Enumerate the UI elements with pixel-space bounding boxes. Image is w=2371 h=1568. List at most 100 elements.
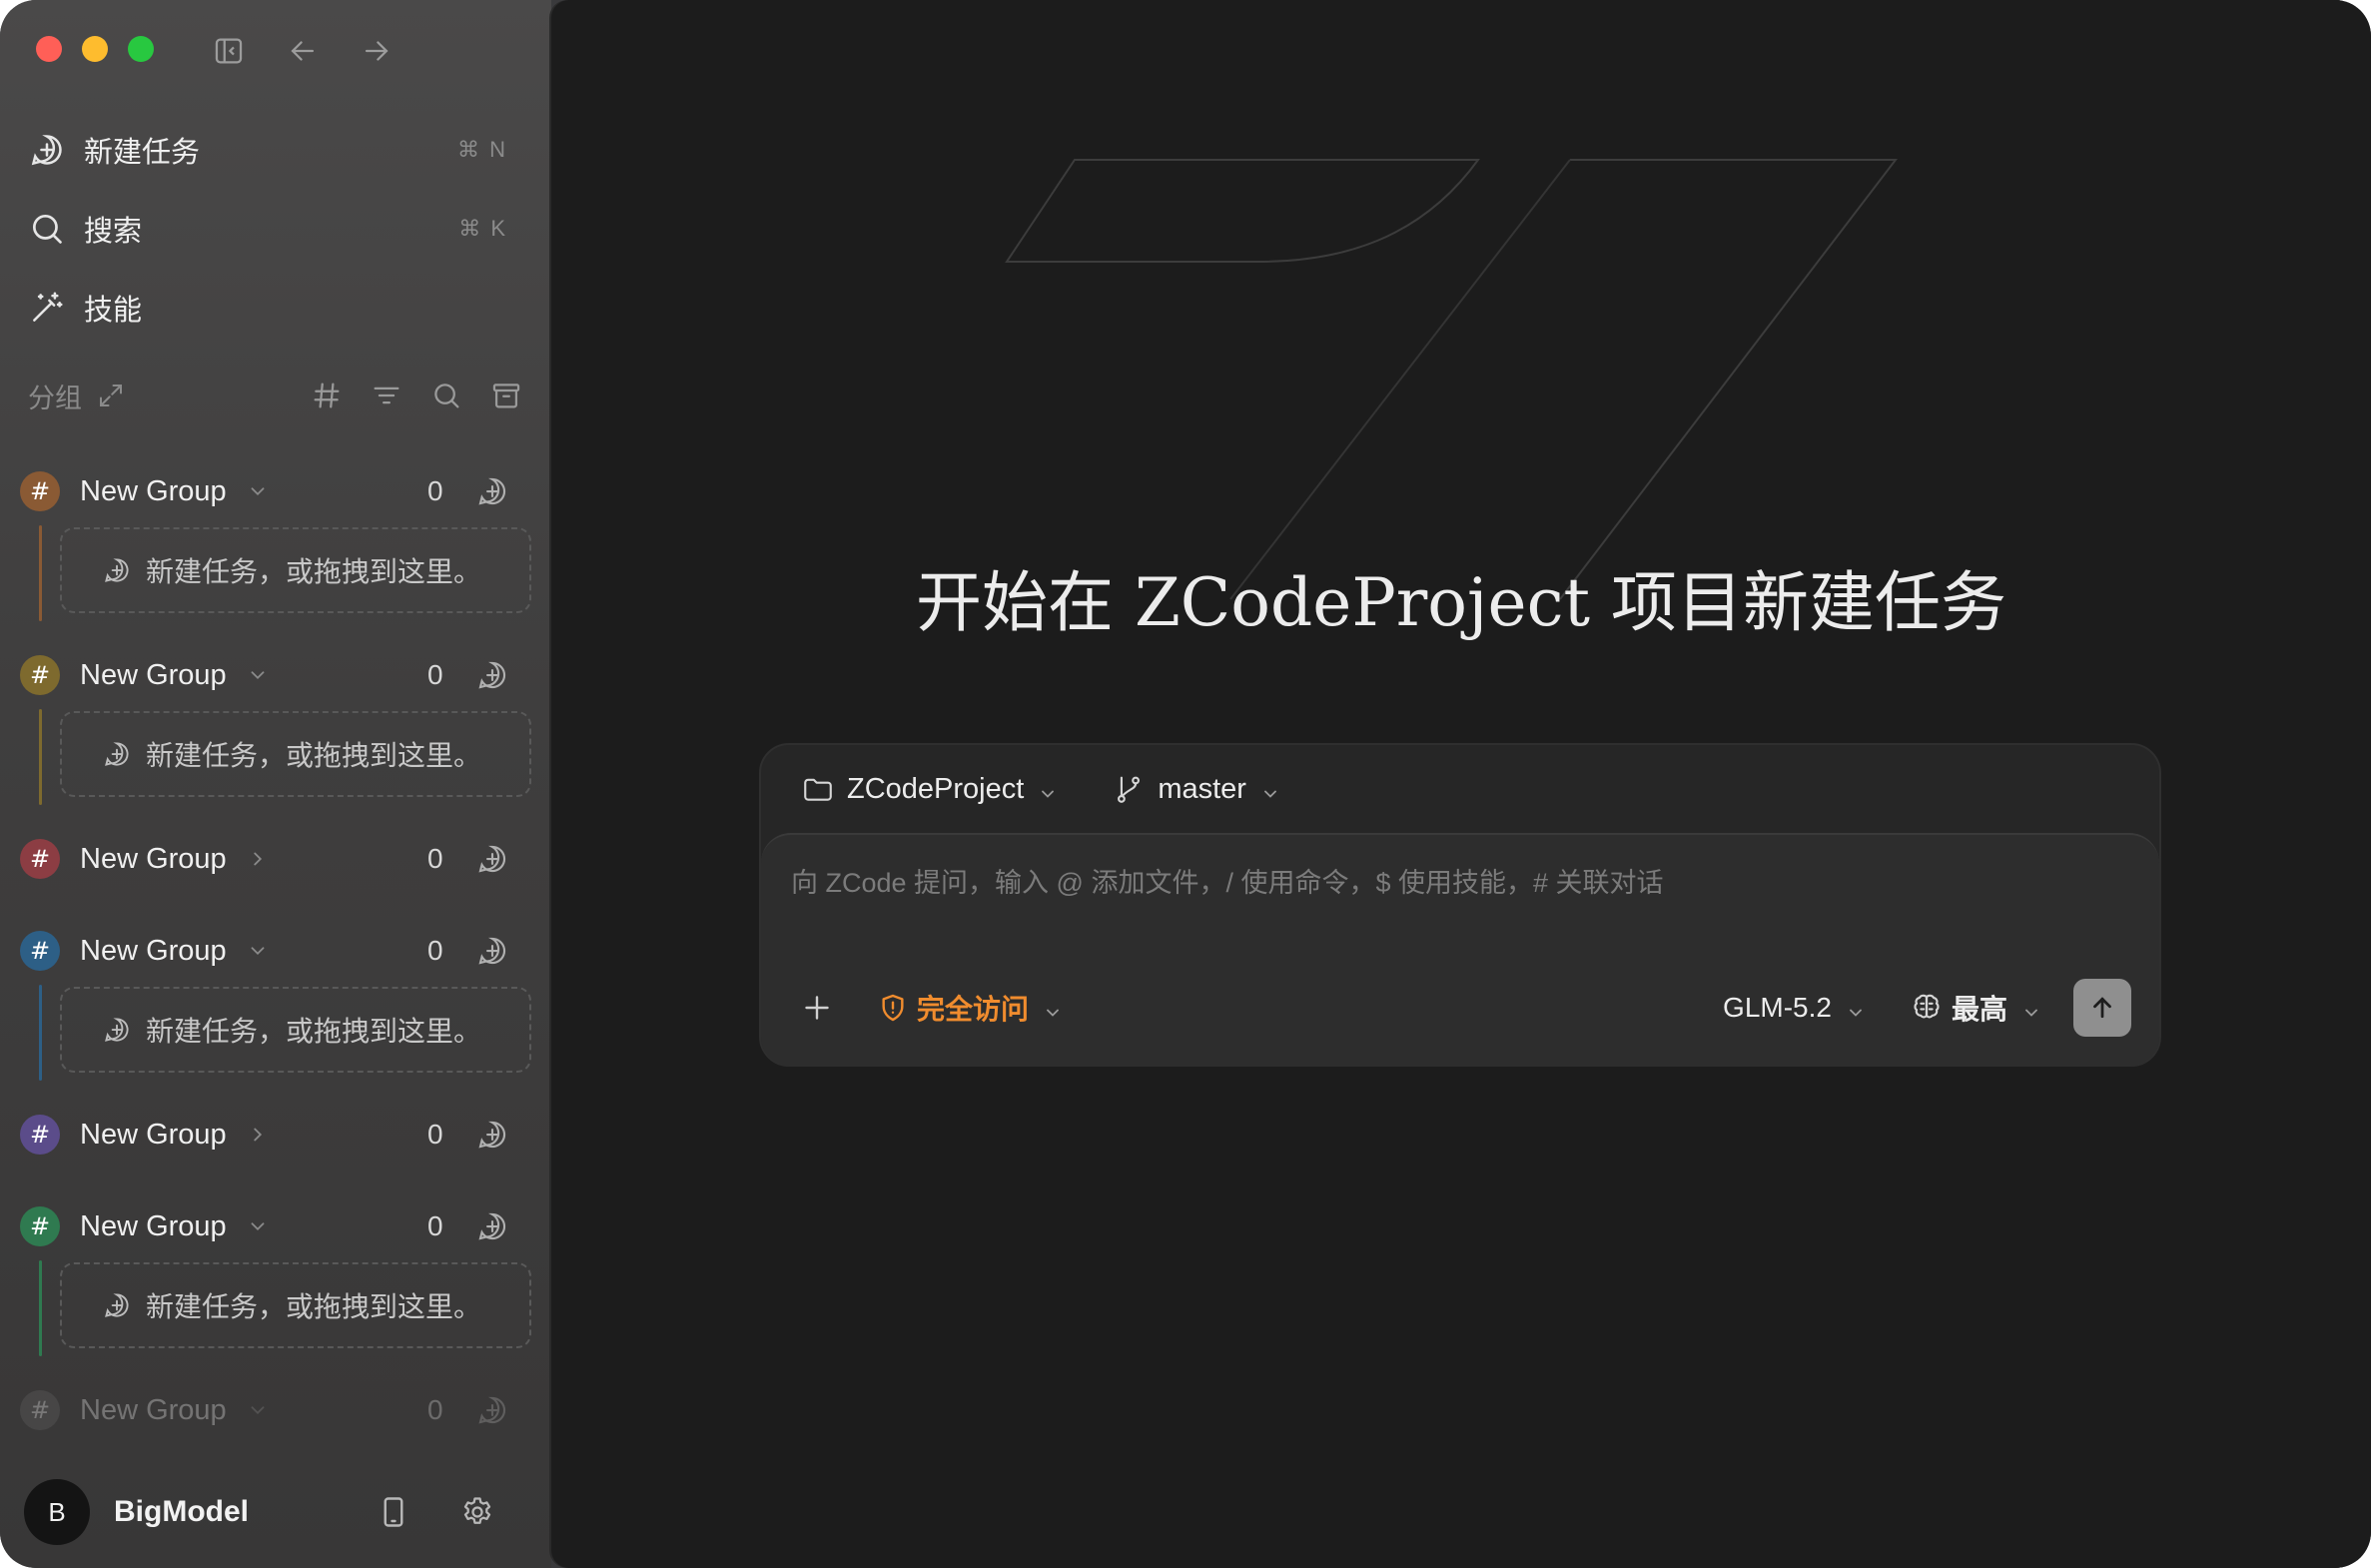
chevron-down-icon (2021, 998, 2041, 1018)
group-count: 0 (427, 1119, 443, 1150)
group-header[interactable]: # New Group 0 (20, 645, 531, 705)
nav-search[interactable]: 搜索 ⌘ K (24, 198, 523, 260)
add-task-icon[interactable] (475, 842, 509, 876)
task-composer: ZCodeProject master 向 ZCode 提问，输入 @ 添加文件… (759, 743, 2161, 1067)
add-task-icon[interactable] (475, 1209, 509, 1243)
close-window-button[interactable] (36, 36, 62, 62)
group: # New Group 0 新建任务，或拖拽到这里。 (20, 1196, 531, 1376)
branch-selector[interactable]: master (1112, 772, 1280, 806)
group-body: 新建任务，或拖拽到这里。 (20, 705, 531, 825)
group-hash-badge: # (20, 1390, 60, 1430)
attach-plus-icon[interactable] (799, 990, 835, 1026)
new-task-icon (102, 1015, 132, 1045)
effort-label: 最高 (1951, 994, 2007, 1025)
group-count: 0 (427, 1210, 443, 1241)
nav-skills-label: 技能 (84, 295, 143, 327)
group-name: New Group (80, 842, 227, 875)
dropzone-label: 新建任务，或拖拽到这里。 (146, 556, 482, 587)
archive-icon[interactable] (489, 379, 523, 412)
zoom-window-button[interactable] (128, 36, 154, 62)
group: # New Group 0 (20, 1380, 531, 1440)
minimize-window-button[interactable] (82, 36, 108, 62)
user-name[interactable]: BigModel (114, 1495, 249, 1529)
group-name: New Group (80, 1209, 227, 1242)
task-dropzone[interactable]: 新建任务，或拖拽到这里。 (60, 1262, 531, 1348)
send-button[interactable] (2073, 979, 2131, 1037)
group-count: 0 (427, 843, 443, 874)
project-selector[interactable]: ZCodeProject (801, 772, 1058, 806)
chevron-down-icon[interactable] (247, 664, 269, 686)
model-name: GLM-5.2 (1723, 992, 1832, 1023)
chevron-down-icon[interactable] (247, 480, 269, 502)
user-profile: B BigModel (24, 1478, 523, 1546)
group-accent-line (39, 1260, 42, 1356)
chevron-down-icon (1846, 998, 1866, 1018)
group-hash-badge: # (20, 655, 60, 695)
add-task-icon[interactable] (475, 474, 509, 508)
group-header[interactable]: # New Group 0 (20, 1105, 531, 1165)
chevron-down-icon[interactable] (247, 1399, 269, 1421)
group-name: New Group (80, 934, 227, 967)
prompt-input[interactable] (789, 857, 2131, 909)
group-count: 0 (427, 659, 443, 690)
group-header[interactable]: # New Group 0 (20, 1380, 531, 1440)
access-mode-label: 完全访问 (917, 994, 1030, 1025)
forward-arrow-icon[interactable] (360, 34, 394, 68)
reasoning-effort-selector[interactable]: 最高 (1910, 988, 2041, 1028)
branch-name: master (1158, 772, 1246, 805)
task-dropzone[interactable]: 新建任务，或拖拽到这里。 (60, 711, 531, 797)
nav-skills[interactable]: 技能 (24, 277, 523, 339)
nav-new-task-label: 新建任务 (84, 137, 201, 169)
group-header[interactable]: # New Group 0 (20, 921, 531, 981)
magic-wand-icon (28, 289, 66, 327)
arrow-up-icon (2093, 997, 2111, 1019)
group-name: New Group (80, 658, 227, 691)
task-dropzone[interactable]: 新建任务，或拖拽到这里。 (60, 527, 531, 613)
add-task-icon[interactable] (475, 1393, 509, 1427)
access-mode-selector[interactable]: 完全访问 (877, 988, 1063, 1028)
shield-warning-icon (877, 992, 909, 1024)
back-arrow-icon[interactable] (286, 34, 320, 68)
group-header[interactable]: # New Group 0 (20, 829, 531, 889)
task-dropzone[interactable]: 新建任务，或拖拽到这里。 (60, 987, 531, 1073)
group-name: New Group (80, 1393, 227, 1426)
app-window: 新建任务 ⌘ N 搜索 ⌘ K 技能 分组 # New Group 0 新建任务… (0, 0, 2371, 1568)
group-search-icon[interactable] (429, 379, 463, 412)
chevron-down-icon[interactable] (247, 940, 269, 962)
group-name: New Group (80, 1118, 227, 1151)
chevron-right-icon[interactable] (247, 1124, 269, 1146)
new-task-icon (102, 555, 132, 585)
add-task-icon[interactable] (475, 1118, 509, 1152)
add-task-icon[interactable] (475, 658, 509, 692)
groups-toolbar: 分组 (28, 374, 523, 417)
chevron-down-icon[interactable] (247, 1215, 269, 1237)
nav-new-task[interactable]: 新建任务 ⌘ N (24, 119, 523, 181)
group-accent-line (39, 709, 42, 805)
mobile-device-icon[interactable] (376, 1494, 411, 1530)
chevron-down-icon (1043, 998, 1063, 1018)
toggle-sidebar-icon[interactable] (212, 34, 246, 68)
group-accent-line (39, 985, 42, 1081)
group: # New Group 0 新建任务，或拖拽到这里。 (20, 645, 531, 825)
project-name: ZCodeProject (847, 772, 1025, 805)
group: # New Group 0 (20, 1105, 531, 1165)
hero-title: 开始在 ZCodeProject 项目新建任务 (915, 564, 2007, 641)
group-body: 新建任务，或拖拽到这里。 (20, 521, 531, 641)
gear-icon[interactable] (459, 1494, 495, 1530)
hashtag-icon[interactable] (310, 379, 344, 412)
group-header[interactable]: # New Group 0 (20, 1196, 531, 1256)
group-body: 新建任务，或拖拽到这里。 (20, 981, 531, 1101)
chevron-right-icon[interactable] (247, 848, 269, 870)
group: # New Group 0 新建任务，或拖拽到这里。 (20, 461, 531, 641)
group-name: New Group (80, 474, 227, 507)
expand-icon[interactable] (96, 381, 126, 410)
brain-icon (1910, 991, 1944, 1025)
sidebar: 新建任务 ⌘ N 搜索 ⌘ K 技能 分组 # New Group 0 新建任务… (0, 0, 551, 1568)
prompt-box: 完全访问 GLM-5.2 最高 (761, 833, 2159, 1067)
search-icon (28, 210, 66, 248)
avatar[interactable]: B (24, 1479, 90, 1545)
model-selector[interactable]: GLM-5.2 (1723, 992, 1866, 1024)
add-task-icon[interactable] (475, 934, 509, 968)
filter-icon[interactable] (370, 379, 403, 412)
group-header[interactable]: # New Group 0 (20, 461, 531, 521)
